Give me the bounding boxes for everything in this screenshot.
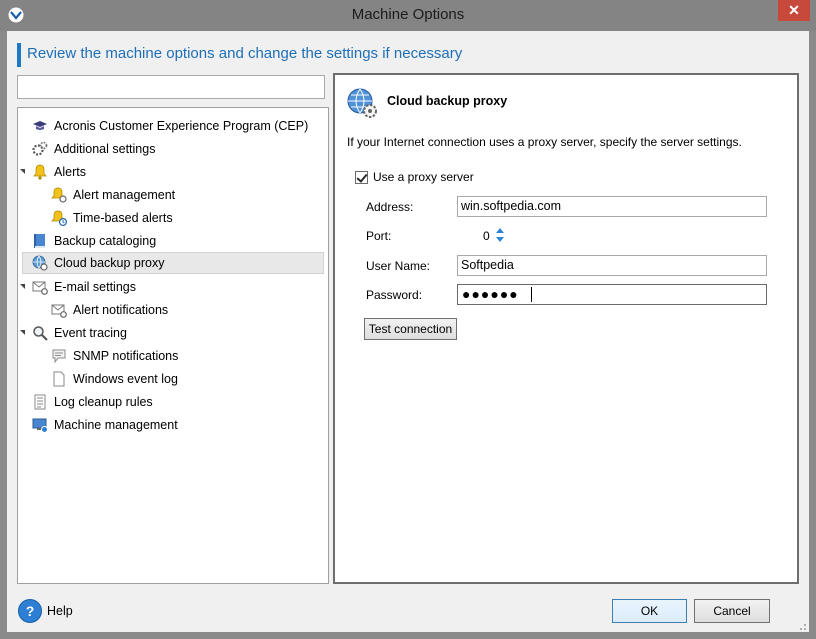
expander-icon[interactable] [20,169,25,174]
help-icon[interactable]: ? [18,599,42,623]
mail-gear-icon [32,281,48,295]
tree-item-label: Cloud backup proxy [54,256,165,270]
globe-gear-icon [347,88,377,118]
close-button[interactable]: ✕ [778,0,810,21]
document-icon [53,371,65,387]
tree-item-label: Machine management [54,418,178,432]
bell-icon [33,164,47,180]
tree-item-machine-management[interactable]: Machine management [32,414,322,436]
expander-icon[interactable] [20,284,25,289]
spin-up-icon[interactable] [496,228,504,233]
bell-settings-icon [51,187,67,203]
panel-title: Cloud backup proxy [387,94,508,108]
gears-icon [32,141,48,156]
use-proxy-label[interactable]: Use a proxy server [373,170,474,184]
window-title: Machine Options [351,6,465,23]
header-accent-bar [17,43,21,67]
option-filter-combobox[interactable] [17,75,325,99]
tree-item-label: Alert management [73,188,176,202]
tree-item-cep[interactable]: Acronis Customer Experience Program (CEP… [32,115,322,137]
text-caret [531,287,532,302]
magnifier-icon [33,326,48,341]
port-input[interactable]: 0 [483,229,490,243]
password-input[interactable]: ●●●●●● [457,284,767,305]
tree-item-label: SNMP notifications [73,349,179,363]
graduation-cap-icon [33,121,47,130]
resize-grip-icon[interactable] [795,621,807,631]
tree-item-label: Acronis Customer Experience Program (CEP… [54,119,309,133]
address-input[interactable]: win.softpedia.com [457,196,767,217]
options-tree[interactable]: Acronis Customer Experience Program (CEP… [17,107,329,584]
tree-item-alerts[interactable]: Alerts [20,161,322,183]
tree-item-label: Alerts [54,165,86,179]
tree-item-label: E-mail settings [54,280,136,294]
tree-item-label: Additional settings [54,142,156,156]
password-mask: ●●●●●● [462,286,519,302]
list-document-icon [34,394,46,410]
title-bar[interactable]: Machine Options ✕ [0,0,816,31]
spin-down-icon[interactable] [496,237,504,242]
tree-item-log-cleanup-rules[interactable]: Log cleanup rules [32,391,322,413]
tree-item-label: Backup cataloging [54,234,157,248]
tree-item-snmp-notifications[interactable]: SNMP notifications [51,345,322,367]
address-label: Address: [366,200,414,214]
username-label: User Name: [366,259,431,273]
tree-item-email-settings[interactable]: E-mail settings [20,276,322,298]
tree-item-time-based-alerts[interactable]: Time-based alerts [51,207,322,229]
ok-button[interactable]: OK [612,599,687,623]
expander-icon[interactable] [20,330,25,335]
machine-options-window: Machine Options ✕ Review the machine opt… [0,0,816,639]
port-label: Port: [366,229,392,243]
help-link[interactable]: Help [47,604,73,618]
tree-item-label: Alert notifications [73,303,169,317]
speech-bubble-icon [52,349,66,364]
bell-clock-icon [51,210,67,226]
password-label: Password: [366,288,423,302]
panel-description: If your Internet connection uses a proxy… [347,135,742,149]
use-proxy-checkbox[interactable] [355,171,368,184]
tree-item-windows-event-log[interactable]: Windows event log [51,368,322,390]
book-icon [34,234,45,248]
test-connection-button[interactable]: Test connection [364,318,457,340]
globe-gear-icon [32,255,48,271]
tree-item-event-tracing[interactable]: Event tracing [20,322,322,344]
tree-item-cloud-backup-proxy[interactable]: Cloud backup proxy [22,252,324,274]
tree-item-additional-settings[interactable]: Additional settings [32,138,322,160]
tree-item-label: Time-based alerts [73,211,173,225]
username-input[interactable]: Softpedia [457,255,767,276]
monitor-gear-icon [32,418,48,433]
port-stepper[interactable] [495,228,505,244]
tree-item-label: Event tracing [54,326,127,340]
settings-panel: Cloud backup proxy If your Internet conn… [333,73,799,584]
dialog-content: Review the machine options and change th… [7,31,809,632]
mail-gear-icon [51,304,67,318]
cancel-button[interactable]: Cancel [694,599,770,623]
tree-item-label: Log cleanup rules [54,395,153,409]
page-header: Review the machine options and change th… [27,45,463,62]
tree-item-alert-notifications[interactable]: Alert notifications [51,299,322,321]
tree-item-label: Windows event log [73,372,178,386]
tree-item-alert-management[interactable]: Alert management [51,184,322,206]
tree-item-backup-cataloging[interactable]: Backup cataloging [32,230,322,252]
